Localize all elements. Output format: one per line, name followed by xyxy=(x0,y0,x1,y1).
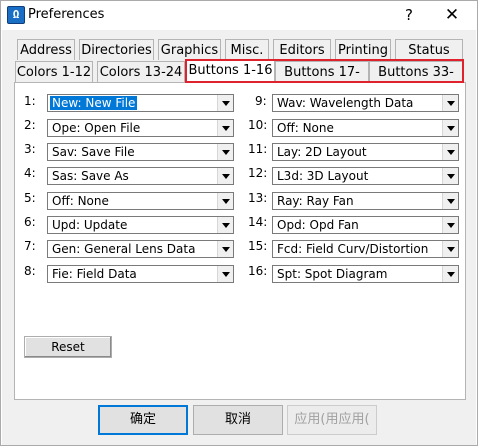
chevron-down-icon[interactable] xyxy=(442,266,458,282)
tab-printing[interactable]: Printing xyxy=(335,39,391,60)
app-icon: Ω xyxy=(7,6,25,24)
tab-misc[interactable]: Misc. xyxy=(225,39,269,60)
button-3-value: Sav: Save File xyxy=(52,145,135,159)
chevron-down-icon[interactable] xyxy=(442,168,458,184)
window-title: Preferences xyxy=(28,7,105,22)
tab-address[interactable]: Address xyxy=(17,39,75,60)
button-number-label: 15: xyxy=(248,239,268,253)
chevron-down-icon[interactable] xyxy=(442,144,458,160)
button-13-select[interactable]: Ray: Ray Fan xyxy=(272,192,459,210)
chevron-down-icon[interactable] xyxy=(217,168,233,184)
button-15-value: Fcd: Field Curv/Distortion xyxy=(277,242,429,256)
button-number-label: 14: xyxy=(248,215,268,229)
cancel-button[interactable]: 取消 xyxy=(193,405,283,435)
tab-colors-13-24[interactable]: Colors 13-24 xyxy=(97,61,185,82)
tab-buttons-1-16[interactable]: Buttons 1-16 xyxy=(186,59,275,83)
close-button[interactable]: ✕ xyxy=(442,5,462,25)
chevron-down-icon[interactable] xyxy=(217,241,233,257)
button-5-value: Off: None xyxy=(52,194,109,208)
tab-buttons-17-32[interactable]: Buttons 17-32 xyxy=(275,61,369,101)
button-10-select[interactable]: Off: None xyxy=(272,119,459,137)
button-11-select[interactable]: Lay: 2D Layout xyxy=(272,143,459,161)
button-12-select[interactable]: L3d: 3D Layout xyxy=(272,167,459,185)
button-9-value: Wav: Wavelength Data xyxy=(277,96,414,110)
button-1-select[interactable]: New: New File xyxy=(47,94,234,112)
button-2-value: Ope: Open File xyxy=(52,121,141,135)
button-8-select[interactable]: Fie: Field Data xyxy=(47,265,234,283)
chevron-down-icon[interactable] xyxy=(217,144,233,160)
button-1-value: New: New File xyxy=(50,96,138,110)
chevron-down-icon[interactable] xyxy=(217,120,233,136)
button-number-label: 8: xyxy=(24,264,36,278)
chevron-down-icon[interactable] xyxy=(217,266,233,282)
button-9-select[interactable]: Wav: Wavelength Data xyxy=(272,94,459,112)
button-4-value: Sas: Save As xyxy=(52,169,129,183)
tab-graphics[interactable]: Graphics xyxy=(158,39,221,60)
button-number-label: 16: xyxy=(248,264,268,278)
preferences-window: Ω Preferences ? ✕ Address Directories Gr… xyxy=(0,0,478,446)
button-number-label: 10: xyxy=(248,118,268,132)
apply-button[interactable]: 应用(用应用( xyxy=(287,405,377,435)
chevron-down-icon[interactable] xyxy=(442,193,458,209)
button-number-label: 5: xyxy=(24,191,36,205)
button-number-label: 12: xyxy=(248,166,268,180)
tab-editors[interactable]: Editors xyxy=(273,39,331,60)
help-button[interactable]: ? xyxy=(399,5,419,25)
button-number-label: 7: xyxy=(24,239,36,253)
chevron-down-icon[interactable] xyxy=(217,95,233,111)
title-bar: Ω Preferences ? ✕ xyxy=(1,1,477,29)
dialog-body: Address Directories Graphics Misc. Edito… xyxy=(2,30,476,445)
button-12-value: L3d: 3D Layout xyxy=(277,169,369,183)
button-number-label: 1: xyxy=(24,94,36,108)
chevron-down-icon[interactable] xyxy=(217,193,233,209)
tab-directories[interactable]: Directories xyxy=(79,39,154,60)
tab-buttons-33-48[interactable]: Buttons 33-48 xyxy=(369,61,463,101)
button-14-select[interactable]: Opd: Opd Fan xyxy=(272,216,459,234)
button-14-value: Opd: Opd Fan xyxy=(277,218,359,232)
chevron-down-icon[interactable] xyxy=(442,241,458,257)
button-6-select[interactable]: Upd: Update xyxy=(47,216,234,234)
button-13-value: Ray: Ray Fan xyxy=(277,194,354,208)
chevron-down-icon[interactable] xyxy=(217,217,233,233)
button-3-select[interactable]: Sav: Save File xyxy=(47,143,234,161)
button-16-select[interactable]: Spt: Spot Diagram xyxy=(272,265,459,283)
button-7-select[interactable]: Gen: General Lens Data xyxy=(47,240,234,258)
button-7-value: Gen: General Lens Data xyxy=(52,242,196,256)
ok-button[interactable]: 确定 xyxy=(98,405,188,435)
button-number-label: 9: xyxy=(255,94,267,108)
button-16-value: Spt: Spot Diagram xyxy=(277,267,388,281)
button-number-label: 3: xyxy=(24,142,36,156)
button-5-select[interactable]: Off: None xyxy=(47,192,234,210)
button-number-label: 4: xyxy=(24,166,36,180)
chevron-down-icon[interactable] xyxy=(442,120,458,136)
button-number-label: 11: xyxy=(248,142,268,156)
button-number-label: 6: xyxy=(24,215,36,229)
button-15-select[interactable]: Fcd: Field Curv/Distortion xyxy=(272,240,459,258)
button-11-value: Lay: 2D Layout xyxy=(277,145,367,159)
button-number-label: 2: xyxy=(24,118,36,132)
chevron-down-icon[interactable] xyxy=(442,95,458,111)
button-4-select[interactable]: Sas: Save As xyxy=(47,167,234,185)
tab-colors-1-12[interactable]: Colors 1-12 xyxy=(15,61,93,82)
tab-status-bar[interactable]: Status Bar xyxy=(395,39,463,79)
reset-button[interactable]: Reset xyxy=(24,336,112,358)
buttons-panel: 1: New: New File 2: Ope: Open File 3: Sa… xyxy=(14,82,466,400)
button-10-value: Off: None xyxy=(277,121,334,135)
chevron-down-icon[interactable] xyxy=(442,217,458,233)
button-6-value: Upd: Update xyxy=(52,218,128,232)
button-8-value: Fie: Field Data xyxy=(52,267,137,281)
button-number-label: 13: xyxy=(248,191,268,205)
button-2-select[interactable]: Ope: Open File xyxy=(47,119,234,137)
